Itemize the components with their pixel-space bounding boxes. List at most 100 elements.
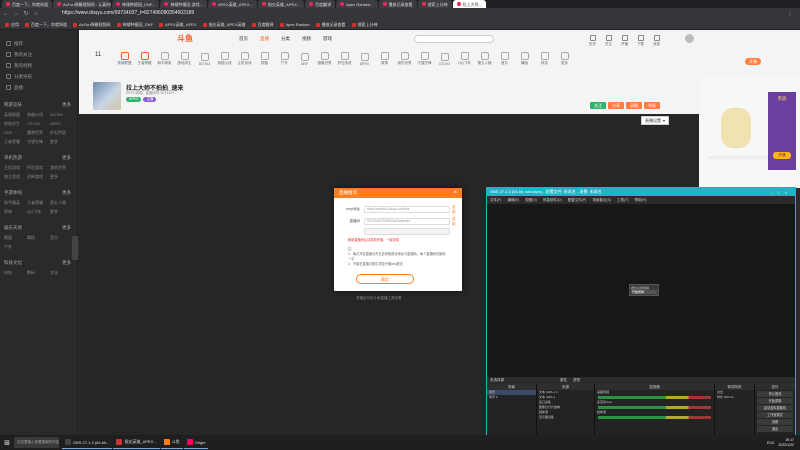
window-controls[interactable]: –□× [770, 190, 792, 195]
sidebar-category-link[interactable]: CS:GO [27, 119, 50, 128]
category-item[interactable]: 更多 [555, 52, 574, 66]
popup-item-record[interactable]: 开始录制 [631, 290, 657, 294]
obs-menu-item[interactable]: 文件(F) [490, 198, 501, 203]
category-item[interactable]: 科技 [535, 52, 554, 66]
bookmark-item[interactable]: 指尖英雄_APEX英雄 [200, 21, 249, 29]
sidebar-group-more[interactable]: 更多 [62, 225, 71, 231]
control-button[interactable]: 设置 [757, 419, 793, 425]
home-icon[interactable]: ⌂ [32, 10, 40, 18]
category-item[interactable]: 炉石传说 [335, 52, 354, 66]
promo-button[interactable]: 开通 [773, 152, 791, 159]
refresh-note[interactable]: 刷新直播码后请重新开播，一键复制 [334, 238, 462, 243]
nav-link[interactable]: 首页 [239, 36, 248, 42]
sidebar-category-link[interactable]: 守望先锋 [27, 137, 50, 146]
bookmark-item[interactable]: 神域种植园_DNF [114, 21, 156, 29]
code-field[interactable]: 9973403rPDWPAi3aZaa6ewm [364, 218, 450, 225]
bookmark-item[interactable]: 应用 [2, 21, 22, 29]
category-item[interactable]: 守望先锋 [415, 52, 434, 66]
sidebar-category-link[interactable]: 绝地求生 [4, 119, 27, 128]
back-icon[interactable]: ← [2, 10, 10, 18]
sidebar-category-link[interactable]: DNF [4, 128, 27, 137]
forward-icon[interactable]: → [12, 10, 20, 18]
category-item[interactable]: 英雄联盟 [115, 52, 134, 66]
user-link[interactable]: 关注 [605, 35, 612, 47]
category-item[interactable]: DOTA2 [195, 52, 214, 66]
category-item[interactable]: 我的世界 [395, 52, 414, 66]
sidebar-category-link[interactable]: 英雄联盟 [4, 110, 27, 119]
user-link[interactable]: 历史 [589, 35, 596, 47]
filters-button[interactable]: 滤镜 [573, 378, 580, 383]
obs-menu-item[interactable]: 场景集合(S) [592, 198, 611, 203]
sidebar-category-link[interactable]: 户外 [4, 242, 27, 251]
bookmark-item[interactable]: 搜索上分神 [349, 21, 381, 29]
sidebar-category-link[interactable]: 数码 [27, 268, 50, 277]
sidebar-category-link[interactable]: 王者荣耀 [4, 137, 27, 146]
close-icon[interactable]: × [453, 190, 457, 196]
taskbar-app[interactable]: OBS 27.1.3 (64-bit... [62, 436, 113, 449]
sidebar-category-link[interactable]: 魔兽世界 [27, 128, 50, 137]
sidebar-item[interactable]: 推荐 [0, 38, 77, 49]
sidebar-category-link[interactable]: 主机游戏 [4, 163, 27, 172]
copy-rtmp-button[interactable]: 复制 [450, 205, 458, 215]
category-item[interactable]: APEX [355, 52, 374, 66]
taskbar-app[interactable]: 指尖英雄_APEX... [113, 436, 160, 449]
sidebar-category-link[interactable]: 王者荣耀 [27, 198, 50, 207]
url-input[interactable]: https://www.douyu.com/9973403?_t=8274960… [62, 10, 194, 16]
sidebar-category-link[interactable]: 我的世界 [50, 163, 73, 172]
bookmark-item[interactable]: AcFun弹幕视频网 [70, 21, 114, 29]
nav-link[interactable]: 直播 [260, 36, 269, 42]
obs-menu-item[interactable]: 配置文件(P) [568, 198, 587, 203]
category-item[interactable]: 第五人格 [475, 52, 494, 66]
volume-meter[interactable] [598, 416, 711, 419]
sidebar-group-more[interactable]: 更多 [62, 102, 71, 108]
scene-item[interactable]: 场景 2 [487, 395, 536, 400]
sidebar-group-more[interactable]: 更多 [62, 190, 71, 196]
transition-duration[interactable]: 时长 300 ms [715, 395, 754, 400]
control-button[interactable]: 启动虚拟摄像机 [757, 405, 793, 411]
sidebar-category-link[interactable]: 独立游戏 [4, 172, 27, 181]
follow-button[interactable]: 关注 [590, 102, 606, 109]
category-item[interactable]: 主机游戏 [235, 52, 254, 66]
windows-start-icon[interactable]: ⊞ [0, 435, 14, 450]
sidebar-category-link[interactable]: 和平精英 [4, 198, 27, 207]
sidebar-collapse-handle[interactable] [72, 236, 78, 260]
taskbar-clock[interactable]: 19:17 2022/1/22 [778, 438, 794, 448]
nav-link[interactable]: 视频 [302, 36, 311, 42]
sidebar-item[interactable]: 直播 [0, 82, 77, 93]
sidebar-category-link[interactable]: APEX [50, 119, 73, 128]
obs-menu-item[interactable]: 视图(V) [525, 198, 537, 203]
room-tag[interactable]: 主播 [143, 97, 157, 102]
reload-icon[interactable]: ↻ [22, 10, 30, 18]
copy-code-button[interactable]: 复制 [450, 217, 458, 227]
bookmark-item[interactable]: 播放记录查看 [313, 21, 349, 29]
volume-meter[interactable] [598, 396, 711, 399]
category-item[interactable]: 魔兽世界 [315, 52, 334, 66]
obs-menu-item[interactable]: 停靠部件(D) [543, 198, 562, 203]
promo-banner[interactable]: 贵族 开通 [768, 92, 796, 170]
taskbar-app[interactable]: Origin [183, 436, 209, 449]
category-item[interactable]: 颜值 [255, 52, 274, 66]
sidebar-category-link[interactable]: 舞蹈 [27, 233, 50, 242]
start-live-button[interactable]: 开播 [745, 58, 761, 65]
volume-meter[interactable] [598, 406, 711, 409]
sidebar-item[interactable]: 我的关注 [0, 49, 77, 60]
sidebar-item[interactable]: 分类导航 [0, 71, 77, 82]
category-item[interactable]: DNF [295, 52, 314, 66]
sidebar-category-link[interactable]: 穿越火线 [27, 110, 50, 119]
avatar[interactable] [685, 34, 694, 43]
category-item[interactable]: 王者荣耀 [135, 52, 154, 66]
control-button[interactable]: 退出 [757, 426, 793, 432]
sidebar-category-link[interactable]: 恐怖游戏 [27, 172, 50, 181]
control-button[interactable]: 工作室模式 [757, 412, 793, 418]
sidebar-group-more[interactable]: 更多 [62, 155, 71, 161]
report-button[interactable]: 举报 [644, 102, 660, 109]
category-item[interactable]: 和平精英 [155, 52, 174, 66]
site-logo[interactable]: 斗鱼 [177, 33, 193, 44]
control-button[interactable]: 停止推流 [757, 391, 793, 397]
bookmark-item[interactable]: Apex Ranked [277, 21, 313, 29]
obs-menu-item[interactable]: 编辑(E) [507, 198, 519, 203]
sidebar-category-link[interactable]: 怀旧游戏 [27, 163, 50, 172]
category-item[interactable]: 原神 [375, 52, 394, 66]
category-item[interactable]: QQ飞车 [455, 52, 474, 66]
obs-menu-item[interactable]: 工具(T) [617, 198, 628, 203]
